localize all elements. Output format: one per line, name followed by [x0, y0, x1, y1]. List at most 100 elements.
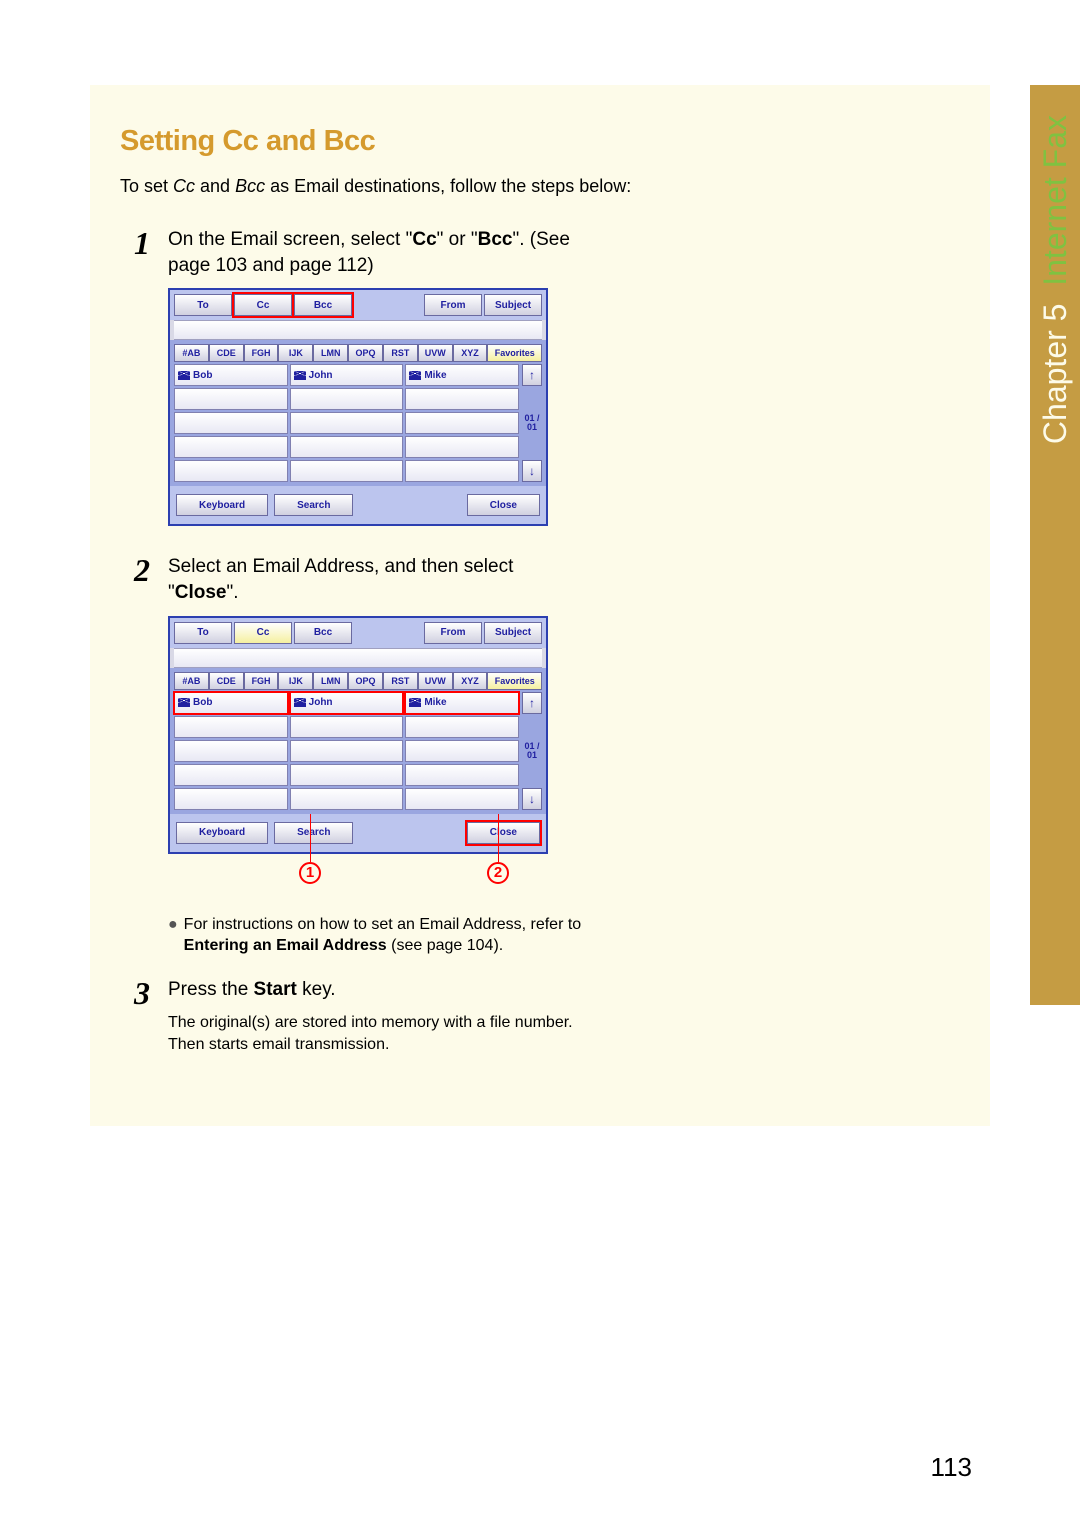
address-cell-john[interactable]: John: [290, 364, 404, 386]
step-2-note: ● For instructions on how to set an Emai…: [168, 914, 588, 957]
address-cell-empty[interactable]: [174, 460, 288, 482]
address-cell-bob[interactable]: Bob: [174, 692, 288, 714]
alpha-favorites[interactable]: Favorites: [487, 672, 542, 690]
address-cell-empty[interactable]: [174, 788, 288, 810]
callout-circle-1: 1: [299, 862, 321, 884]
close-button[interactable]: Close: [467, 822, 540, 844]
alpha-opq[interactable]: OPQ: [348, 344, 383, 362]
callout-labels: 1 2: [168, 854, 548, 914]
scroll-up-button[interactable]: ↑: [522, 364, 542, 386]
alpha-lmn[interactable]: LMN: [313, 672, 348, 690]
tab-bcc[interactable]: Bcc: [294, 622, 352, 644]
tab-to[interactable]: To: [174, 294, 232, 316]
step-2-text: Select an Email Address, and then select…: [168, 554, 588, 605]
scroll-up-button[interactable]: ↑: [522, 692, 542, 714]
address-cell-empty[interactable]: [290, 740, 404, 762]
address-cell-empty[interactable]: [290, 388, 404, 410]
alpha-ab[interactable]: #AB: [174, 344, 209, 362]
scroll-column: ↑ 01 / 01 ↓: [522, 692, 542, 810]
address-cell-empty[interactable]: [405, 436, 519, 458]
email-screen-panel-2: To Cc Bcc From Subject #AB CDE FGH IJK L…: [168, 616, 548, 854]
chapter-side-tab: Chapter 5 Internet Fax: [1030, 85, 1080, 1005]
address-cell-empty[interactable]: [405, 412, 519, 434]
alpha-fgh[interactable]: FGH: [244, 344, 279, 362]
address-cell-empty[interactable]: [405, 388, 519, 410]
address-cell-empty[interactable]: [174, 740, 288, 762]
alpha-filter-row: #AB CDE FGH IJK LMN OPQ RST UVW XYZ Favo…: [170, 668, 546, 692]
address-cell-empty[interactable]: [174, 716, 288, 738]
alpha-xyz[interactable]: XYZ: [453, 344, 488, 362]
address-cell-empty[interactable]: [290, 764, 404, 786]
address-cell-mike[interactable]: Mike: [405, 364, 519, 386]
page-content: Setting Cc and Bcc To set Cc and Bcc as …: [90, 85, 990, 1126]
address-cell-empty[interactable]: [405, 764, 519, 786]
tab-subject[interactable]: Subject: [484, 622, 542, 644]
mail-icon: [409, 698, 421, 707]
scroll-down-button[interactable]: ↓: [522, 460, 542, 482]
mail-icon: [409, 371, 421, 380]
address-cell-mike[interactable]: Mike: [405, 692, 519, 714]
address-cell-empty[interactable]: [174, 388, 288, 410]
alpha-cde[interactable]: CDE: [209, 344, 244, 362]
search-button[interactable]: Search: [274, 822, 353, 844]
step-1-text: On the Email screen, select "Cc" or "Bcc…: [168, 227, 588, 278]
step-2: 2 Select an Email Address, and then sele…: [120, 554, 940, 970]
scroll-down-button[interactable]: ↓: [522, 788, 542, 810]
panel-footer: Keyboard Search Close: [170, 814, 546, 852]
address-cell-empty[interactable]: [290, 716, 404, 738]
address-cell-empty[interactable]: [290, 412, 404, 434]
chapter-section: Internet Fax: [1037, 115, 1073, 286]
address-cell-empty[interactable]: [290, 460, 404, 482]
tab-to[interactable]: To: [174, 622, 232, 644]
address-cell-john[interactable]: John: [290, 692, 404, 714]
page-indicator: 01 / 01: [522, 716, 542, 786]
step-3-text: Press the Start key.: [168, 977, 588, 1003]
alpha-rst[interactable]: RST: [383, 344, 418, 362]
callout-line-1: [310, 814, 311, 862]
alpha-xyz[interactable]: XYZ: [453, 672, 488, 690]
tab-cc[interactable]: Cc: [234, 622, 292, 644]
alpha-ijk[interactable]: IJK: [278, 344, 313, 362]
alpha-favorites[interactable]: Favorites: [487, 344, 542, 362]
panel-tabs: To Cc Bcc From Subject: [170, 290, 546, 320]
alpha-lmn[interactable]: LMN: [313, 344, 348, 362]
alpha-ijk[interactable]: IJK: [278, 672, 313, 690]
alpha-filter-row: #AB CDE FGH IJK LMN OPQ RST UVW XYZ Favo…: [170, 340, 546, 364]
search-button[interactable]: Search: [274, 494, 353, 516]
page-number: 113: [931, 1452, 972, 1483]
tab-subject[interactable]: Subject: [484, 294, 542, 316]
address-cell-empty[interactable]: [174, 764, 288, 786]
alpha-ab[interactable]: #AB: [174, 672, 209, 690]
step-3-subtext: The original(s) are stored into memory w…: [168, 1012, 588, 1055]
address-cell-empty[interactable]: [174, 412, 288, 434]
keyboard-button[interactable]: Keyboard: [176, 494, 268, 516]
page-indicator: 01 / 01: [522, 388, 542, 458]
alpha-fgh[interactable]: FGH: [244, 672, 279, 690]
alpha-uvw[interactable]: UVW: [418, 672, 453, 690]
tab-cc[interactable]: Cc: [234, 294, 292, 316]
panel-footer: Keyboard Search Close: [170, 486, 546, 524]
address-cell-empty[interactable]: [290, 788, 404, 810]
alpha-uvw[interactable]: UVW: [418, 344, 453, 362]
address-cell-empty[interactable]: [174, 436, 288, 458]
address-display: [174, 648, 542, 668]
tab-bcc[interactable]: Bcc: [294, 294, 352, 316]
address-cell-empty[interactable]: [405, 460, 519, 482]
close-button[interactable]: Close: [467, 494, 540, 516]
step-3-number: 3: [120, 977, 150, 1070]
alpha-cde[interactable]: CDE: [209, 672, 244, 690]
keyboard-button[interactable]: Keyboard: [176, 822, 268, 844]
alpha-rst[interactable]: RST: [383, 672, 418, 690]
chapter-label: Chapter 5 Internet Fax: [1037, 115, 1074, 444]
email-screen-panel-1: To Cc Bcc From Subject #AB CDE FGH IJK L…: [168, 288, 548, 526]
tab-from[interactable]: From: [424, 622, 482, 644]
tab-from[interactable]: From: [424, 294, 482, 316]
address-cell-bob[interactable]: Bob: [174, 364, 288, 386]
address-cell-empty[interactable]: [405, 788, 519, 810]
address-display: [174, 320, 542, 340]
address-cell-empty[interactable]: [290, 436, 404, 458]
mail-icon: [178, 698, 190, 707]
address-cell-empty[interactable]: [405, 716, 519, 738]
address-cell-empty[interactable]: [405, 740, 519, 762]
alpha-opq[interactable]: OPQ: [348, 672, 383, 690]
